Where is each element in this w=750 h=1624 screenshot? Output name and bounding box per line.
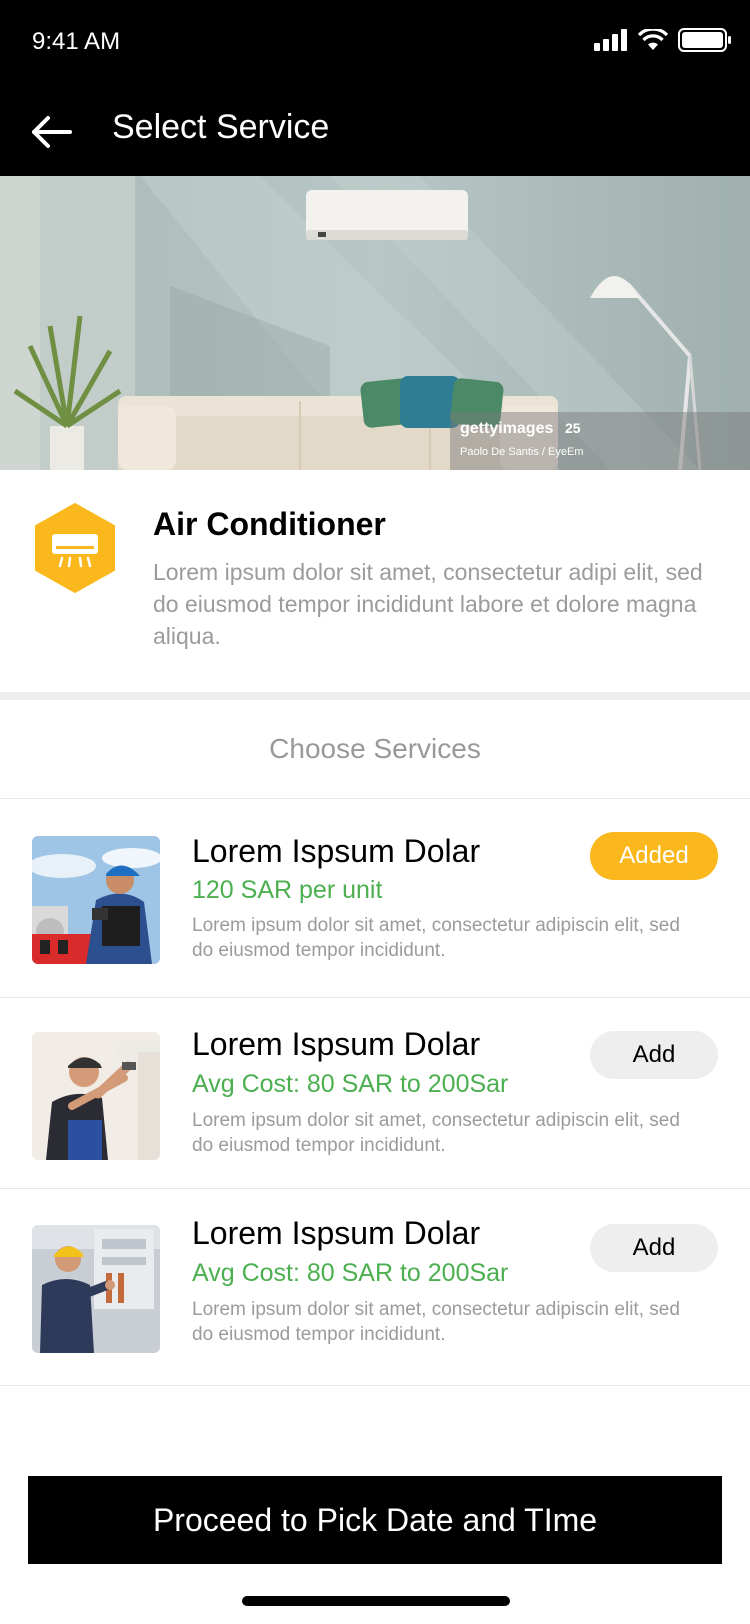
service-price: 120 SAR per unit	[192, 876, 383, 904]
add-button[interactable]: Add	[590, 1031, 718, 1079]
page-title: Select Service	[112, 108, 330, 146]
back-arrow-icon[interactable]	[30, 110, 74, 154]
service-price: Avg Cost: 80 SAR to 200Sar	[192, 1259, 509, 1287]
getty-watermark: gettyimages 25 Paolo De Santis / EyeEm	[450, 412, 750, 470]
home-indicator[interactable]	[242, 1596, 510, 1606]
service-title: Lorem Ispsum Dolar	[192, 833, 481, 869]
section-title: Choose Services	[0, 700, 750, 799]
status-icons	[594, 28, 732, 52]
hero-image: gettyimages 25 Paolo De Santis / EyeEm	[0, 176, 750, 470]
service-description: Lorem ipsum dolor sit amet, consectetur …	[192, 915, 680, 961]
battery-icon	[678, 28, 731, 52]
wifi-icon	[638, 29, 668, 50]
service-description: Lorem ipsum dolor sit amet, consectetur …	[192, 1299, 680, 1345]
app-bar: Select Service	[0, 88, 750, 176]
service-thumbnail	[32, 1225, 160, 1353]
added-button[interactable]: Added	[590, 832, 718, 880]
service-description: Lorem ipsum dolor sit amet, consectetur …	[192, 1110, 680, 1156]
section-divider	[0, 692, 750, 700]
category-description: Lorem ipsum dolor sit amet, consectetur …	[153, 559, 703, 649]
watermark-credit: Paolo De Santis / EyeEm	[460, 446, 584, 458]
proceed-button[interactable]: Proceed to Pick Date and TIme	[28, 1476, 722, 1564]
status-bar: 9:41 AM	[0, 0, 750, 88]
category-title: Air Conditioner	[153, 506, 386, 542]
status-time: 9:41 AM	[32, 28, 121, 55]
category-card: Air Conditioner Lorem ipsum dolor sit am…	[0, 470, 750, 692]
service-row[interactable]: Lorem Ispsum Dolar 120 SAR per unit Lore…	[0, 799, 750, 998]
signal-icon	[594, 29, 627, 51]
watermark-brand: gettyimages	[460, 420, 554, 437]
watermark-years: 25	[565, 420, 581, 436]
service-thumbnail	[32, 1032, 160, 1160]
air-conditioner-icon	[35, 503, 115, 593]
service-thumbnail	[32, 836, 160, 964]
service-row[interactable]: Lorem Ispsum Dolar Avg Cost: 80 SAR to 2…	[0, 1189, 750, 1386]
service-row[interactable]: Lorem Ispsum Dolar Avg Cost: 80 SAR to 2…	[0, 998, 750, 1189]
service-title: Lorem Ispsum Dolar	[192, 1026, 481, 1062]
service-title: Lorem Ispsum Dolar	[192, 1215, 481, 1251]
add-button[interactable]: Add	[590, 1224, 718, 1272]
service-price: Avg Cost: 80 SAR to 200Sar	[192, 1070, 509, 1098]
